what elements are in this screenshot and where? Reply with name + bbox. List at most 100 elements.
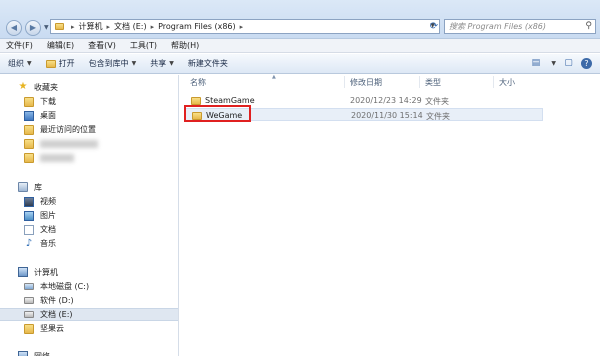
organize-button[interactable]: 组织 ▼ [8, 58, 32, 69]
open-folder-icon [45, 59, 56, 68]
highlight-annotation [184, 105, 251, 122]
sidebar-item-label: 软件 (D:) [40, 296, 74, 305]
sidebar-item-drive-c[interactable]: 本地磁盘 (C:) [0, 280, 178, 293]
sidebar-item-label: 视频 [40, 197, 56, 206]
chevron-down-icon: ▼ [131, 60, 137, 67]
menu-file[interactable]: 文件(F) [6, 40, 33, 51]
sidebar-item-documents[interactable]: 文档 [0, 223, 178, 236]
document-icon [24, 224, 34, 235]
library-icon [18, 182, 28, 192]
column-name-label: 名称 [190, 78, 206, 87]
change-view-icon[interactable]: ▤ [529, 57, 542, 70]
sidebar-group-label: 库 [34, 182, 42, 192]
drive-icon [24, 311, 34, 318]
column-modified[interactable]: 修改日期 [350, 77, 382, 88]
sidebar-group-computer[interactable]: 计算机 [0, 265, 178, 279]
sidebar-item-label: 音乐 [40, 239, 56, 248]
menu-bar: 文件(F) 编辑(E) 查看(V) 工具(T) 帮助(H) [0, 39, 600, 53]
sidebar-group-label: 收藏夹 [34, 82, 58, 92]
sidebar-item-drive-e[interactable]: 文档 (E:) [0, 308, 178, 321]
sidebar-item-recent-places[interactable]: 最近访问的位置 [0, 123, 178, 136]
sidebar-item-downloads[interactable]: 下载 [0, 95, 178, 108]
column-divider[interactable] [419, 76, 420, 88]
sidebar-item-desktop[interactable]: 桌面 [0, 109, 178, 122]
breadcrumb-computer[interactable]: 计算机 [79, 21, 103, 32]
preview-pane-icon[interactable]: ▢ [562, 57, 575, 70]
file-name-cell: SteamGame [191, 96, 255, 105]
search-icon[interactable]: ⚲ [585, 20, 592, 33]
file-modified: 2020/12/23 14:29 [350, 96, 422, 105]
separator-icon: ▸ [239, 22, 244, 31]
open-button[interactable]: 打开 [45, 58, 75, 69]
sidebar-item-pictures[interactable]: 图片 [0, 209, 178, 222]
sort-ascending-icon: ▲ [272, 74, 276, 80]
breadcrumb-drive-e[interactable]: 文档 (E:) [114, 21, 147, 32]
recent-pages-dropdown[interactable]: ▼ [44, 24, 49, 31]
redacted-text [40, 139, 98, 148]
sidebar-item-videos[interactable]: 视频 [0, 195, 178, 208]
recent-places-icon [24, 124, 34, 135]
folder-icon [55, 23, 64, 30]
file-type: 文件夹 [425, 97, 449, 106]
drive-icon [24, 297, 34, 304]
sidebar-group-favorites[interactable]: ★ 收藏夹 [0, 80, 178, 94]
music-icon: ♪ [25, 237, 33, 249]
window-minimize-button[interactable] [531, 0, 549, 12]
include-in-library-button[interactable]: 包含到库中 ▼ [89, 58, 137, 69]
sidebar-item-label: 下载 [40, 97, 56, 106]
sidebar-item-drive-d[interactable]: 软件 (D:) [0, 294, 178, 307]
folder-icon [24, 152, 34, 163]
organize-label: 组织 [8, 59, 24, 68]
view-controls: ▤ ▼ ▢ ? [529, 57, 592, 70]
file-type: 文件夹 [426, 112, 450, 121]
refresh-button[interactable]: ⟳ [428, 20, 440, 33]
chevron-down-icon[interactable]: ▼ [551, 60, 556, 67]
network-icon [18, 351, 28, 356]
separator-icon: ▸ [106, 22, 111, 31]
desktop-icon [24, 110, 34, 121]
address-box[interactable]: ▸ 计算机 ▸ 文档 (E:) ▸ Program Files (x86) ▸ … [50, 19, 440, 34]
search-placeholder: 搜索 Program Files (x86) [449, 22, 546, 31]
search-input[interactable]: 搜索 Program Files (x86) ⚲ [444, 19, 596, 34]
sidebar-item-jianguoyun[interactable]: 坚果云 [0, 322, 178, 335]
menu-help[interactable]: 帮助(H) [171, 40, 199, 51]
sidebar-item-blurred-2[interactable] [0, 151, 178, 164]
menu-view[interactable]: 查看(V) [88, 40, 116, 51]
file-modified: 2020/11/30 15:14 [351, 111, 423, 120]
sidebar-group-label: 网络 [34, 351, 50, 356]
column-divider[interactable] [344, 76, 345, 88]
sidebar-group-label: 计算机 [34, 267, 58, 277]
command-bar: 组织 ▼ 打开 包含到库中 ▼ 共享 ▼ 新建文件夹 ▤ ▼ ▢ ? [0, 54, 600, 74]
include-in-library-label: 包含到库中 [88, 59, 129, 68]
sidebar-item-blurred-1[interactable] [0, 137, 178, 150]
column-size[interactable]: 大小 [499, 77, 515, 88]
folder-icon [24, 138, 34, 149]
menu-tools[interactable]: 工具(T) [130, 40, 157, 51]
column-divider[interactable] [493, 76, 494, 88]
breadcrumb-program-files[interactable]: Program Files (x86) [158, 22, 236, 31]
back-button[interactable]: ◀ [6, 20, 22, 36]
menu-edit[interactable]: 编辑(E) [47, 40, 74, 51]
sidebar-item-label: 文档 (E:) [40, 310, 73, 319]
separator-icon: ▸ [71, 22, 75, 31]
sidebar-group-network[interactable]: 网络 [0, 349, 178, 356]
chevron-down-icon: ▼ [169, 60, 174, 67]
star-icon: ★ [18, 81, 28, 92]
new-folder-button[interactable]: 新建文件夹 [188, 58, 228, 69]
sidebar-group-libraries[interactable]: 库 [0, 180, 178, 194]
navigation-pane: ★ 收藏夹 下载 桌面 最近访问的位置 库 视频 图片 文档 ♪ 音乐 计算机 … [0, 75, 179, 356]
sidebar-item-music[interactable]: ♪ 音乐 [0, 237, 178, 250]
sidebar-item-label: 本地磁盘 (C:) [40, 282, 90, 291]
video-icon [24, 196, 34, 207]
column-type[interactable]: 类型 [425, 77, 441, 88]
sidebar-item-label: 最近访问的位置 [40, 125, 96, 134]
file-list: 名称 ▲ 修改日期 类型 大小 SteamGame 2020/12/23 14:2… [179, 74, 600, 356]
forward-button[interactable]: ▶ [25, 20, 41, 36]
column-name[interactable]: 名称 ▲ [190, 74, 276, 88]
column-header: 名称 ▲ 修改日期 类型 大小 [179, 74, 600, 89]
folder-icon [191, 96, 201, 105]
chevron-down-icon: ▼ [27, 60, 32, 67]
help-icon[interactable]: ? [581, 58, 592, 69]
share-button[interactable]: 共享 ▼ [150, 58, 174, 69]
redacted-text [40, 153, 74, 162]
